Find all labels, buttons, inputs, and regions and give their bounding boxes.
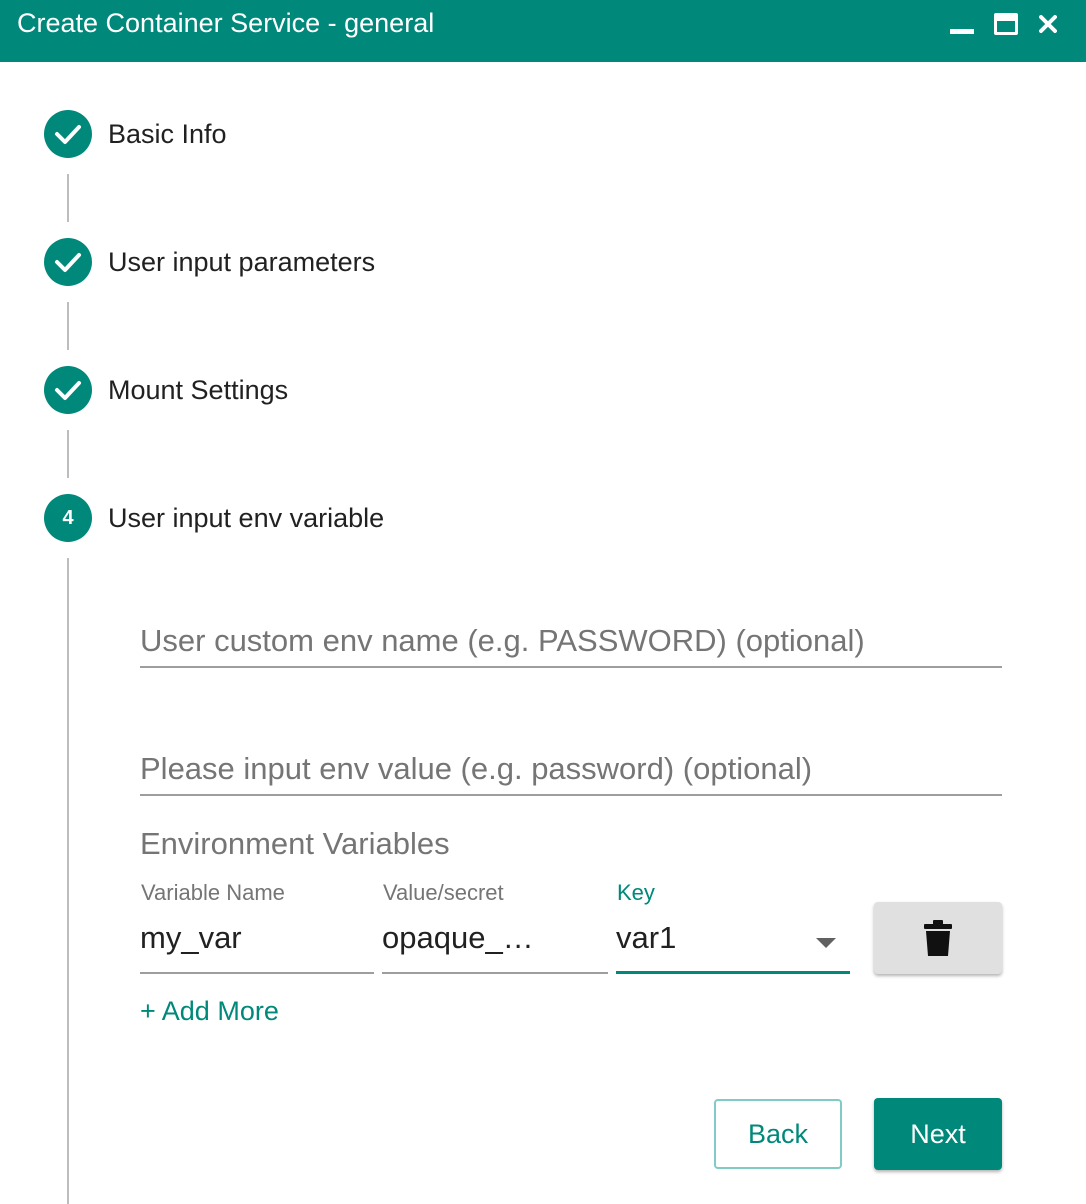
back-button[interactable]: Back bbox=[714, 1099, 842, 1169]
dropdown-arrow-icon[interactable] bbox=[816, 938, 836, 948]
key-label: Key bbox=[617, 880, 655, 905]
key-selected-value: var1 bbox=[616, 920, 677, 955]
minimize-icon[interactable] bbox=[949, 12, 975, 36]
trash-icon bbox=[924, 920, 952, 956]
step-basic-info-check-icon bbox=[44, 110, 92, 158]
step-user-input-env-variable[interactable]: User input env variable bbox=[108, 502, 384, 534]
window-title: Create Container Service - general bbox=[17, 8, 435, 38]
step-basic-info[interactable]: Basic Info bbox=[108, 118, 227, 150]
step-mount-settings-check-icon bbox=[44, 366, 92, 414]
value-secret-label: Value/secret bbox=[383, 880, 504, 905]
key-select[interactable]: var1 bbox=[616, 912, 850, 974]
step-connector bbox=[67, 302, 69, 350]
step-mount-settings[interactable]: Mount Settings bbox=[108, 374, 288, 406]
variable-name-value: my_var bbox=[140, 920, 242, 955]
env-variables-title: Environment Variables bbox=[140, 826, 450, 861]
delete-row-button[interactable] bbox=[874, 902, 1002, 974]
variable-name-label: Variable Name bbox=[141, 880, 285, 905]
title-bar: Create Container Service - general bbox=[0, 0, 1086, 62]
step-connector bbox=[67, 174, 69, 222]
maximize-icon[interactable] bbox=[993, 12, 1019, 36]
close-icon[interactable] bbox=[1036, 12, 1062, 36]
env-name-input[interactable] bbox=[140, 608, 1002, 666]
next-button[interactable]: Next bbox=[874, 1098, 1002, 1170]
step-user-input-parameters[interactable]: User input parameters bbox=[108, 246, 375, 278]
env-name-field bbox=[140, 608, 1002, 668]
step-number-badge: 4 bbox=[44, 494, 92, 542]
step-user-input-parameters-check-icon bbox=[44, 238, 92, 286]
env-value-input[interactable] bbox=[140, 736, 1002, 794]
step-number: 4 bbox=[62, 506, 74, 529]
step-content-line bbox=[67, 558, 69, 1204]
step-connector bbox=[67, 430, 69, 478]
value-secret-value: opaque_… bbox=[382, 920, 534, 955]
value-secret-input[interactable]: opaque_… bbox=[382, 912, 608, 974]
add-more-link[interactable]: + Add More bbox=[140, 996, 279, 1027]
variable-name-input[interactable]: my_var bbox=[140, 912, 374, 974]
env-value-field bbox=[140, 736, 1002, 796]
